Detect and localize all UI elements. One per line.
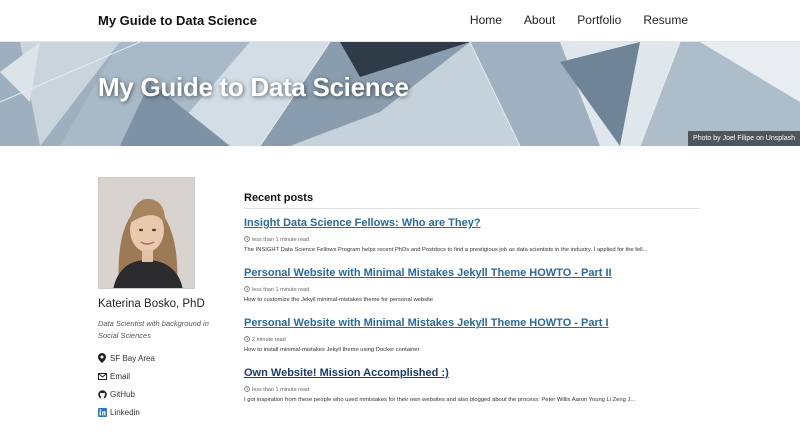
main-nav: Home About Portfolio Resume bbox=[448, 13, 688, 27]
clock-icon bbox=[244, 386, 250, 394]
author-email-label: Email bbox=[110, 371, 131, 381]
hero-banner: My Guide to Data Science Photo by Joel F… bbox=[0, 42, 800, 146]
author-email-link[interactable]: Email bbox=[98, 367, 155, 385]
post-meta: less than 1 minute read bbox=[244, 236, 700, 244]
author-github-link[interactable]: GitHub bbox=[98, 385, 155, 403]
recent-posts-heading: Recent posts bbox=[244, 192, 700, 209]
post-title-link[interactable]: Personal Website with Minimal Mistakes J… bbox=[244, 267, 700, 279]
post-title-link[interactable]: Insight Data Science Fellows: Who are Th… bbox=[244, 217, 700, 229]
post-excerpt: How to install minimal-mistakes Jekyll t… bbox=[244, 347, 420, 353]
author-bio: Data Scientist with background in Social… bbox=[98, 319, 209, 340]
post-item: Personal Website with Minimal Mistakes J… bbox=[244, 267, 700, 311]
post-meta: less than 1 minute read bbox=[244, 286, 700, 294]
github-icon bbox=[98, 389, 110, 399]
post-meta: 2 minute read bbox=[244, 336, 700, 344]
author-github-label: GitHub bbox=[110, 389, 135, 399]
post-meta: less than 1 minute read bbox=[244, 386, 700, 394]
email-icon bbox=[98, 372, 110, 380]
post-item: Insight Data Science Fellows: Who are Th… bbox=[244, 217, 700, 261]
post-read-time: less than 1 minute read bbox=[252, 387, 310, 393]
linkedin-icon bbox=[98, 407, 110, 417]
nav-about[interactable]: About bbox=[524, 13, 555, 27]
author-linkedin-link[interactable]: Linkedin bbox=[98, 403, 155, 421]
post-item: Own Website! Mission Accomplished :) les… bbox=[244, 367, 700, 411]
hero-title: My Guide to Data Science bbox=[98, 72, 409, 102]
post-read-time: less than 1 minute read bbox=[252, 287, 310, 293]
recent-posts-section: Recent posts Insight Data Science Fellow… bbox=[244, 192, 700, 411]
clock-icon bbox=[244, 286, 250, 294]
post-item: Personal Website with Minimal Mistakes J… bbox=[244, 317, 700, 361]
author-name: Katerina Bosko, PhD bbox=[98, 298, 205, 310]
nav-resume[interactable]: Resume bbox=[643, 13, 688, 27]
clock-icon bbox=[244, 336, 250, 344]
author-linkedin-label: Linkedin bbox=[110, 407, 140, 417]
post-title-link[interactable]: Own Website! Mission Accomplished :) bbox=[244, 367, 700, 379]
author-links: SF Bay Area Email GitHub Linkedin bbox=[98, 349, 155, 421]
post-excerpt: The INSIGHT Data Science Fellows Program… bbox=[244, 247, 648, 253]
masthead: My Guide to Data Science Home About Port… bbox=[0, 0, 800, 42]
nav-portfolio[interactable]: Portfolio bbox=[577, 13, 621, 27]
photo-credit-caption: Photo by Joel Filipe on Unsplash bbox=[688, 131, 800, 146]
location-pin-icon bbox=[98, 353, 110, 363]
post-excerpt: I got inspiration from these people who … bbox=[244, 397, 636, 403]
author-avatar bbox=[98, 177, 195, 289]
clock-icon bbox=[244, 236, 250, 244]
author-location-label: SF Bay Area bbox=[110, 353, 155, 363]
post-excerpt: How to customize the Jekyll minimal-mist… bbox=[244, 297, 434, 303]
site-title-link[interactable]: My Guide to Data Science bbox=[98, 13, 257, 28]
post-read-time: 2 minute read bbox=[252, 337, 286, 343]
post-read-time: less than 1 minute read bbox=[252, 237, 310, 243]
author-location: SF Bay Area bbox=[98, 349, 155, 367]
post-title-link[interactable]: Personal Website with Minimal Mistakes J… bbox=[244, 317, 700, 329]
nav-home[interactable]: Home bbox=[470, 13, 502, 27]
